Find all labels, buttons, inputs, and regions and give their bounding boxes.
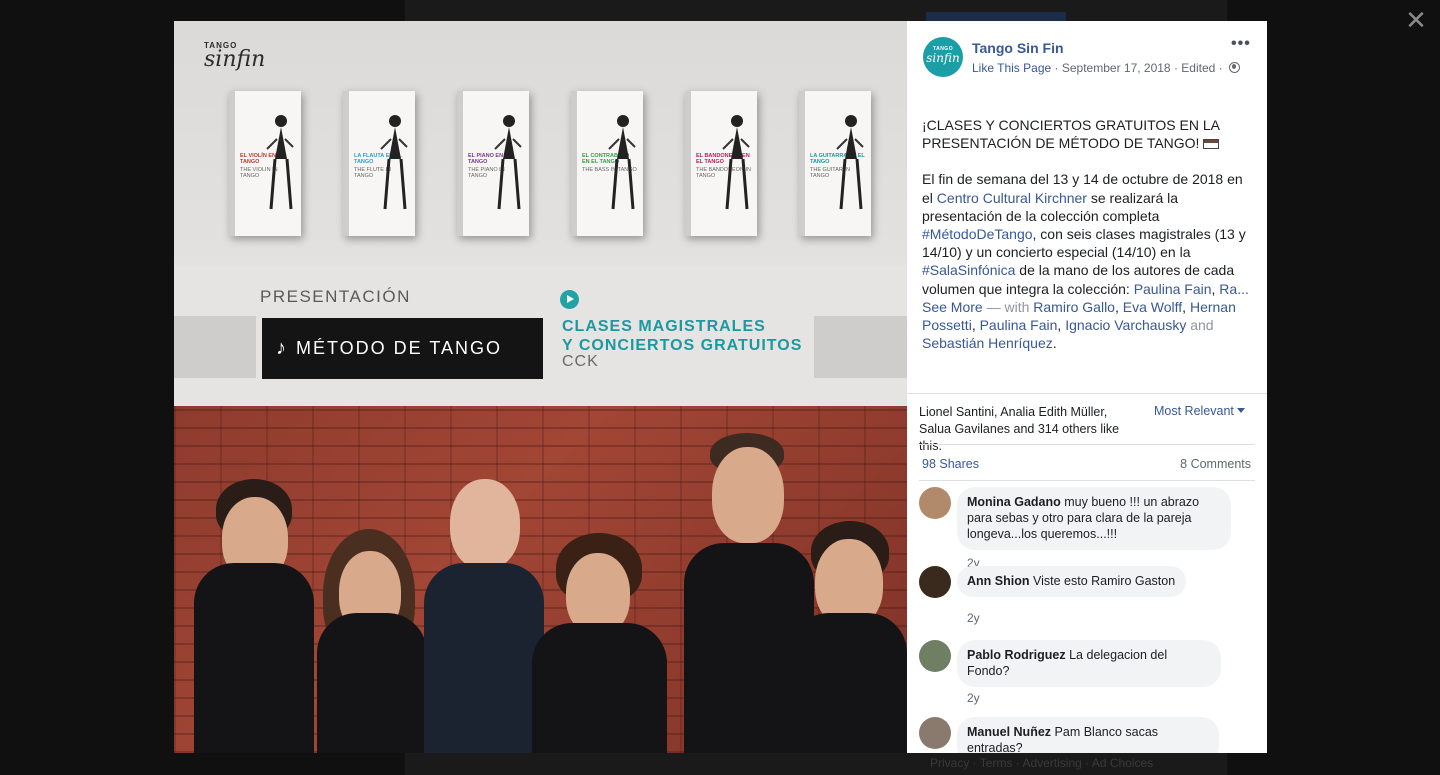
- post-text: ¡CLASES Y CONCIERTOS GRATUITOS EN LA PRE…: [922, 116, 1254, 370]
- book-cover: EL PIANO EN EL TANGO THE PIANO IN TANGO: [457, 91, 529, 236]
- book-illustration: [607, 109, 637, 219]
- cck-label: CCK: [562, 353, 599, 370]
- book-cover: LA GUITARRA EN EL TANGO THE GUITAR IN TAN…: [799, 91, 871, 236]
- person-figure: [194, 453, 314, 753]
- centro-cultural-link[interactable]: Centro Cultural Kirchner: [937, 190, 1087, 206]
- post-headline: ¡CLASES Y CONCIERTOS GRATUITOS EN LA PRE…: [922, 117, 1220, 152]
- comment-bubble: Pablo Rodriguez La delegacion del Fondo?: [957, 640, 1221, 687]
- comment-timestamp[interactable]: 2y: [967, 691, 980, 705]
- photo-viewer: TANGO sinfin EL VIOLÍN EN EL TANGO THE VI…: [174, 21, 1267, 753]
- book-cover: EL BANDONEÓN EN EL TANGO THE BANDONEON IN…: [685, 91, 757, 236]
- book-illustration: [379, 109, 409, 219]
- book-collection: EL VIOLÍN EN EL TANGO THE VIOLIN IN TANGO…: [229, 91, 879, 236]
- commenter-name[interactable]: Ann Shion: [967, 574, 1030, 588]
- close-icon[interactable]: ✕: [1402, 6, 1430, 34]
- commenter-avatar[interactable]: [919, 717, 951, 749]
- caret-down-icon: [1236, 408, 1245, 413]
- hashtag-metodo-link[interactable]: #MétodoDeTango: [922, 226, 1033, 242]
- background-footer-links: Privacy · Terms · Advertising · Ad Choic…: [930, 756, 1154, 770]
- play-icon: [560, 290, 579, 309]
- metodo-de-tango-box: ♪ MÉTODO DE TANGO: [262, 318, 543, 379]
- person-figure: [424, 453, 544, 753]
- more-options-icon[interactable]: •••: [1231, 36, 1251, 52]
- page-avatar[interactable]: TANGO sinfin: [923, 37, 963, 77]
- shares-link[interactable]: 98 Shares: [922, 457, 979, 471]
- post-header: TANGO sinfin Tango Sin Fin Like This Pag…: [923, 37, 1253, 81]
- divider: [919, 444, 1255, 445]
- book-cover: EL VIOLÍN EN EL TANGO THE VIOLIN IN TANGO: [229, 91, 301, 236]
- comment-text: Viste esto Ramiro Gaston: [1032, 574, 1176, 588]
- comments-count-link[interactable]: 8 Comments: [1180, 457, 1251, 471]
- globe-icon: [1229, 62, 1241, 73]
- person-figure: [532, 483, 667, 753]
- commenter-name[interactable]: Pablo Rodriguez: [967, 648, 1066, 662]
- most-relevant-dropdown[interactable]: Most Relevant: [1154, 404, 1245, 418]
- likes-summary[interactable]: Lionel Santini, Analia Edith Müller, Sal…: [919, 404, 1139, 455]
- person-figure: [789, 473, 907, 753]
- hashtag-sala-link[interactable]: #SalaSinfónica: [922, 262, 1015, 278]
- post-body: El fin de semana del 13 y 14 de octubre …: [922, 171, 1249, 352]
- tag-paulina-fain[interactable]: Paulina Fain: [980, 317, 1058, 333]
- commenter-avatar[interactable]: [919, 566, 951, 598]
- person-figure: [309, 473, 429, 753]
- comment-timestamp[interactable]: 2y: [967, 611, 980, 625]
- tag-sebastian-henriquez[interactable]: Sebastián Henríquez: [922, 335, 1053, 351]
- like-page-link[interactable]: Like This Page: [972, 61, 1051, 75]
- post-sidebar: TANGO sinfin Tango Sin Fin Like This Pag…: [907, 21, 1267, 753]
- book-illustration: [721, 109, 751, 219]
- book-cover: LA FLAUTA EN EL TANGO THE FLUTE IN TANGO: [343, 91, 415, 236]
- divider: [919, 480, 1255, 481]
- music-note-icon: ♪: [276, 337, 288, 359]
- paulina-fain-link[interactable]: Paulina Fain: [1134, 281, 1212, 297]
- divider: [907, 393, 1267, 394]
- piano-emoji-icon: [1203, 139, 1220, 150]
- post-date[interactable]: September 17, 2018: [1062, 61, 1171, 75]
- brand-logo: TANGO sinfin: [204, 41, 266, 72]
- tag-eva-wolff[interactable]: Eva Wolff: [1123, 299, 1182, 315]
- commenter-name[interactable]: Monina Gadano: [967, 495, 1061, 509]
- tag-ignacio-varchausky[interactable]: Ignacio Varchausky: [1065, 317, 1186, 333]
- commenter-name[interactable]: Manuel Nuñez: [967, 725, 1051, 739]
- book-illustration: [835, 109, 865, 219]
- photo-stage[interactable]: TANGO sinfin EL VIOLÍN EN EL TANGO THE VI…: [174, 21, 907, 753]
- book-illustration: [493, 109, 523, 219]
- book-illustration: [265, 109, 295, 219]
- comment-bubble: Manuel Nuñez Pam Blanco sacas entradas?: [957, 717, 1219, 753]
- tag-ramiro-gallo[interactable]: Ramiro Gallo: [1033, 299, 1115, 315]
- promo-graphic: TANGO sinfin EL VIOLÍN EN EL TANGO THE VI…: [174, 21, 907, 406]
- group-photo: [174, 406, 907, 753]
- presentacion-label: PRESENTACIÓN: [260, 287, 411, 306]
- promo-side-left: [174, 316, 256, 378]
- promo-side-right: [814, 316, 907, 378]
- comment-bubble: Ann Shion Viste esto Ramiro Gaston: [957, 566, 1187, 597]
- commenter-avatar[interactable]: [919, 640, 951, 672]
- book-cover: EL CONTRABAJO EN EL TANGO THE BASS IN TAN…: [571, 91, 643, 236]
- comment-bubble: Monina Gadano muy bueno !!! un abrazo pa…: [957, 487, 1231, 550]
- page-name-link[interactable]: Tango Sin Fin: [972, 40, 1064, 56]
- commenter-avatar[interactable]: [919, 487, 951, 519]
- clases-title: CLASES MAGISTRALES Y CONCIERTOS GRATUITO…: [562, 318, 803, 354]
- post-meta: Like This Page · September 17, 2018 · Ed…: [972, 61, 1241, 75]
- edited-label[interactable]: Edited: [1181, 61, 1215, 75]
